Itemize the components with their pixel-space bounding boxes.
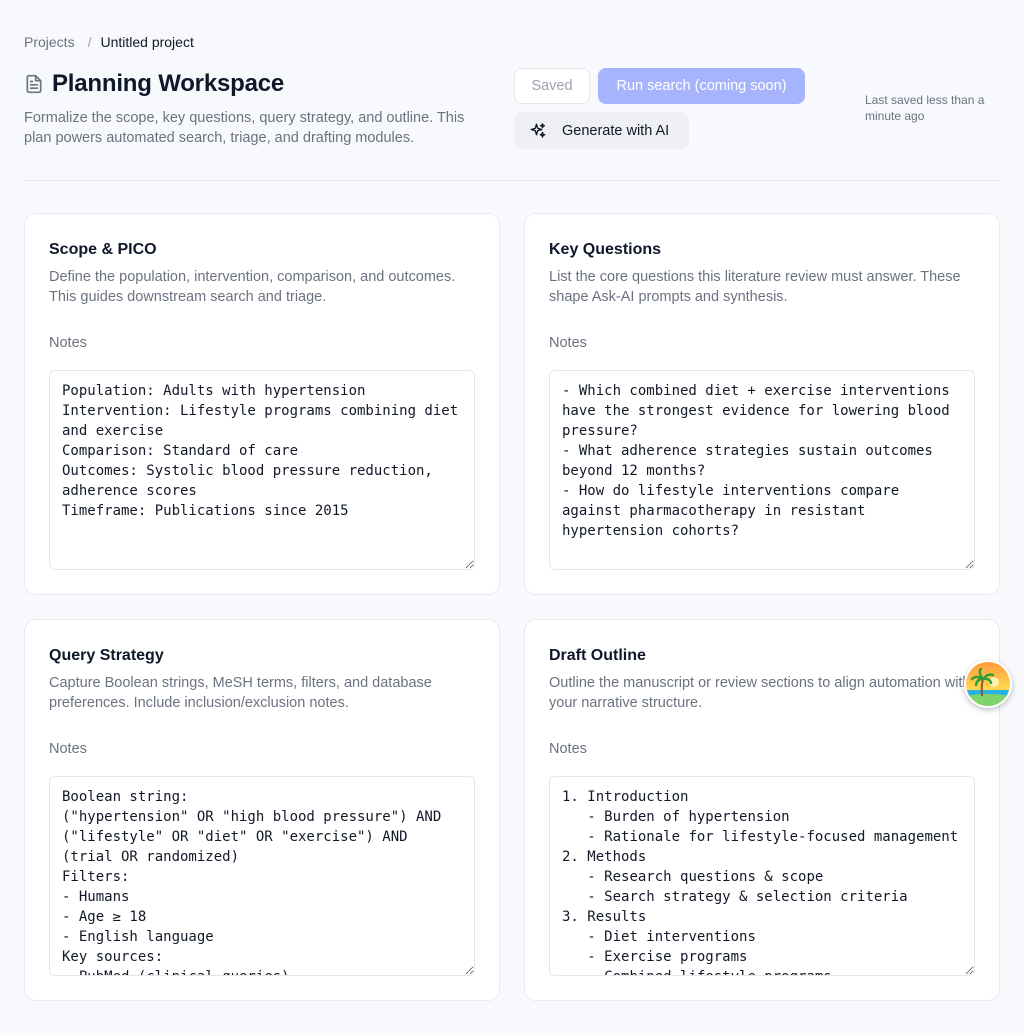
card-title: Draft Outline [549,647,646,664]
generate-with-ai-button[interactable]: Generate with AI [514,112,689,149]
beach-avatar-icon[interactable] [964,660,1012,708]
breadcrumb: Projects / Untitled project [24,33,194,51]
card-title: Scope & PICO [49,241,157,258]
card-title: Query Strategy [49,647,164,664]
sparkles-icon [529,122,547,140]
saved-button[interactable]: Saved [514,68,590,104]
header-divider [24,180,1000,181]
document-icon [24,74,44,94]
breadcrumb-current: Untitled project [100,34,194,50]
card-description: Outline the manuscript or review section… [549,675,971,711]
outline-notes-textarea[interactable]: 1. Introduction - Burden of hypertension… [549,776,975,976]
notes-label: Notes [549,335,587,351]
notes-label: Notes [49,335,87,351]
card-title: Key Questions [549,241,662,258]
card-description: Capture Boolean strings, MeSH terms, fil… [49,675,432,711]
title-row: Planning Workspace [24,68,284,100]
questions-card: Key Questions List the core questions th… [524,213,1000,595]
questions-notes-textarea[interactable]: - Which combined diet + exercise interve… [549,370,975,570]
breadcrumb-projects-link[interactable]: Projects [24,34,75,50]
scope-card: Scope & PICO Define the population, inte… [24,213,500,595]
generate-label: Generate with AI [562,122,670,139]
run-search-button[interactable]: Run search (coming soon) [598,68,805,104]
page-description: Formalize the scope, key questions, quer… [24,110,465,146]
notes-label: Notes [49,741,87,757]
last-saved-status: Last saved less than a minute ago [865,93,985,123]
outline-card: Draft Outline Outline the manuscript or … [524,619,1000,1001]
page-title: Planning Workspace [52,70,285,97]
card-description: List the core questions this literature … [549,269,961,305]
query-card: Query Strategy Capture Boolean strings, … [24,619,500,1001]
card-description: Define the population, intervention, com… [49,269,456,305]
breadcrumb-separator: / [87,34,92,50]
query-notes-textarea[interactable]: Boolean string: ("hypertension" OR "high… [49,776,475,976]
scope-notes-textarea[interactable]: Population: Adults with hypertension Int… [49,370,475,570]
notes-label: Notes [549,741,587,757]
